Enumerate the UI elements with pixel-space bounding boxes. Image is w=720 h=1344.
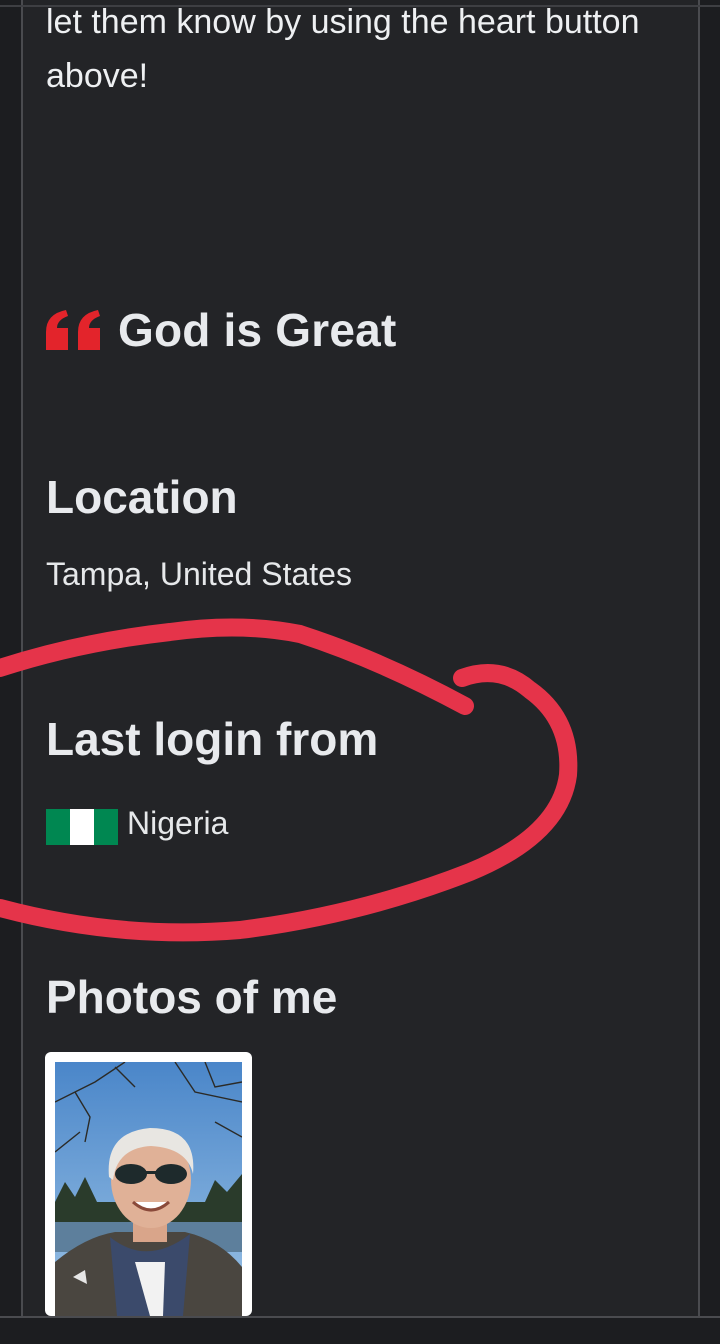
location-value: Tampa, United States xyxy=(46,556,352,592)
bottom-bar xyxy=(0,1318,720,1344)
profile-photo[interactable] xyxy=(45,1052,252,1316)
right-gutter xyxy=(700,0,720,1316)
quote-text: God is Great xyxy=(118,304,397,356)
quote-icon xyxy=(44,306,104,354)
left-gutter xyxy=(0,0,21,1316)
nigeria-flag-icon xyxy=(46,809,118,845)
intro-text: let them know by using the heart button … xyxy=(46,3,640,95)
last-login-country: Nigeria xyxy=(127,805,229,841)
photos-heading: Photos of me xyxy=(46,971,338,1023)
last-login-heading: Last login from xyxy=(46,713,379,765)
profile-quote: God is Great xyxy=(44,303,396,357)
profile-screen: let them know by using the heart button … xyxy=(0,0,720,1344)
location-heading: Location xyxy=(46,471,238,523)
